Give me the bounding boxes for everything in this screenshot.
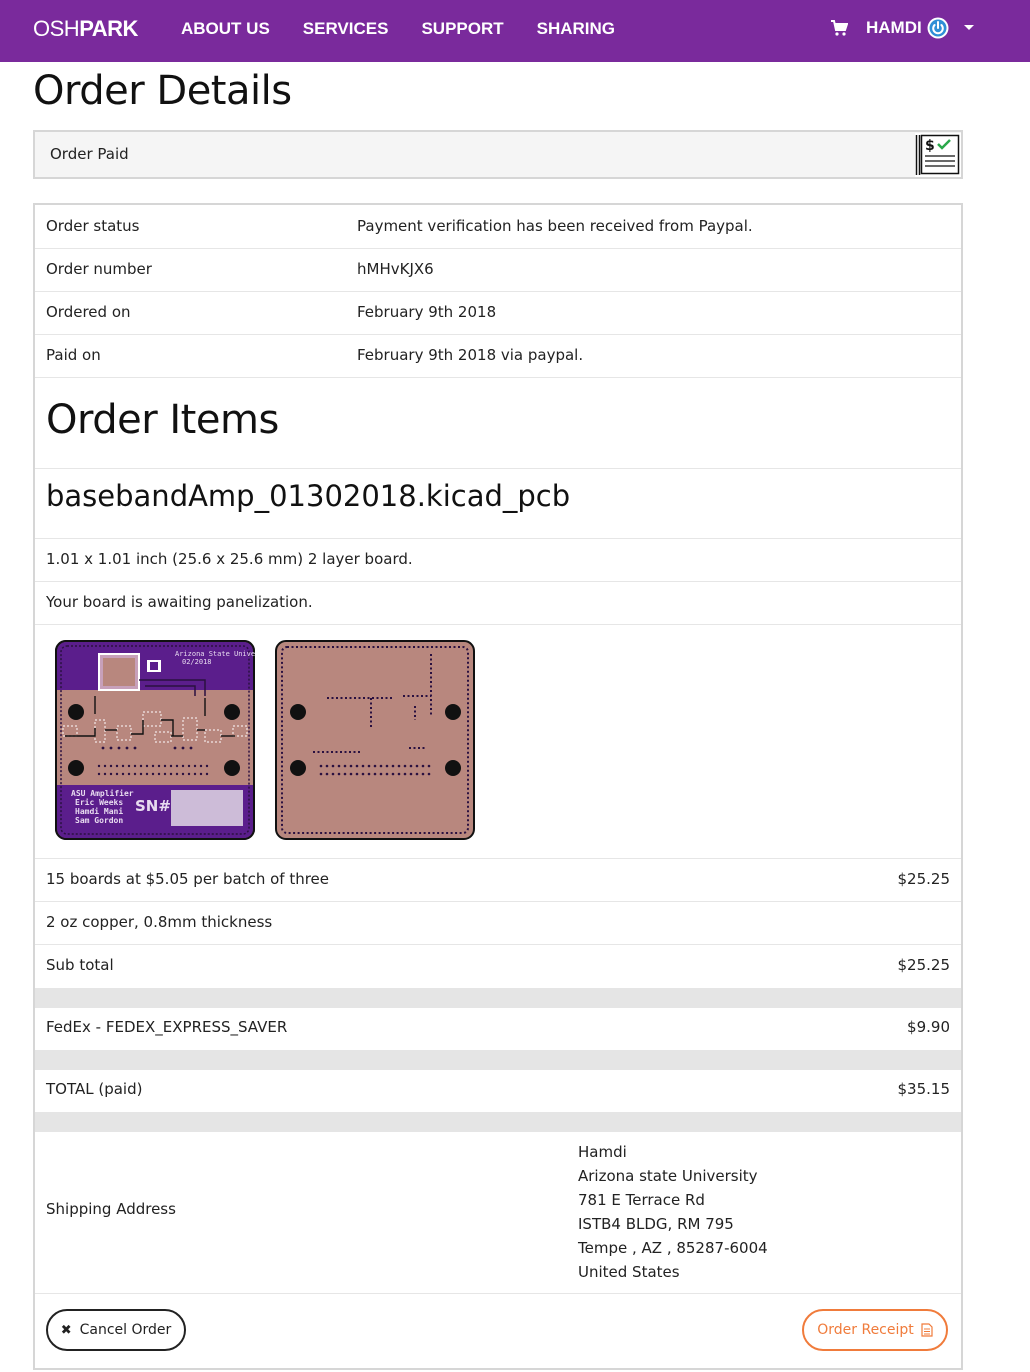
address-line: Arizona state University <box>578 1167 758 1185</box>
shipping-method-row: FedEx - FEDEX_EXPRESS_SAVER $9.90 <box>35 1008 961 1050</box>
pcb-silk-credit-2: Eric Weeks <box>75 797 123 807</box>
address-line: United States <box>578 1263 680 1281</box>
detail-value: hMHvKJX6 <box>357 260 434 278</box>
address-line: 781 E Terrace Rd <box>578 1191 705 1209</box>
nav-support[interactable]: SUPPORT <box>421 19 503 39</box>
boards-amount: $25.25 <box>897 870 951 888</box>
document-icon <box>921 1323 933 1337</box>
address-line: ISTB4 BLDG, RM 795 <box>578 1215 734 1233</box>
cart-icon[interactable] <box>830 19 848 37</box>
top-navbar: OSHPARK ABOUT US SERVICES SUPPORT SHARIN… <box>0 0 1030 62</box>
order-receipt-label: Order Receipt <box>817 1322 914 1338</box>
order-paid-banner: Order Paid $ <box>33 130 963 179</box>
page-title: Order Details <box>33 68 292 114</box>
detail-value: Payment verification has been received f… <box>357 217 753 235</box>
cancel-order-button[interactable]: ✖ Cancel Order <box>46 1309 186 1351</box>
detail-label: Order number <box>46 260 152 278</box>
nav-services[interactable]: SERVICES <box>303 19 389 39</box>
pcb-silk-sn: SN# <box>135 797 171 815</box>
shipping-amount: $9.90 <box>907 1018 950 1036</box>
caret-down-icon[interactable] <box>963 24 975 32</box>
separator-band <box>35 1050 961 1070</box>
address-line: Hamdi <box>578 1143 627 1161</box>
boards-label: 15 boards at $5.05 per batch of three <box>46 870 330 888</box>
nav-sharing[interactable]: SHARING <box>537 19 615 39</box>
board-size-row: 1.01 x 1.01 inch (25.6 x 25.6 mm) 2 laye… <box>35 539 961 582</box>
pcb-top-image[interactable]: Arizona State University 02/2018 <box>55 640 255 840</box>
board-status: Your board is awaiting panelization. <box>46 593 313 611</box>
detail-label: Ordered on <box>46 303 131 321</box>
separator-band <box>35 988 961 1008</box>
shipping-address: Hamdi Arizona state University 781 E Ter… <box>578 1140 768 1284</box>
detail-row-number: Order number hMHvKJX6 <box>35 249 961 292</box>
detail-row-ordered: Ordered on February 9th 2018 <box>35 292 961 335</box>
separator-band <box>35 1112 961 1132</box>
subtotal-row: Sub total $25.25 <box>35 945 961 988</box>
order-items-title: Order Items <box>46 397 279 443</box>
order-paid-text: Order Paid <box>50 145 129 163</box>
logo-light-text: OSH <box>33 16 80 41</box>
main-nav: ABOUT US SERVICES SUPPORT SHARING <box>181 19 648 39</box>
detail-label: Order status <box>46 217 140 235</box>
total-row: TOTAL (paid) $35.15 <box>35 1070 961 1112</box>
close-icon: ✖ <box>60 1322 72 1338</box>
pcb-silk-credit-3: Hamdi Mani <box>75 806 123 816</box>
paid-check-icon: $ <box>915 133 961 177</box>
options-row: 2 oz copper, 0.8mm thickness <box>35 902 961 945</box>
detail-row-paid: Paid on February 9th 2018 via paypal. <box>35 335 961 378</box>
pcb-silk-university: Arizona State University <box>175 650 255 658</box>
pcb-silk-credit-1: ASU Amplifier <box>71 788 134 798</box>
shipping-method-label: FedEx - FEDEX_EXPRESS_SAVER <box>46 1018 288 1036</box>
user-menu-name[interactable]: HAMDI <box>866 18 922 38</box>
shipping-address-label: Shipping Address <box>46 1200 176 1218</box>
detail-label: Paid on <box>46 346 101 364</box>
pcb-bottom-image[interactable] <box>275 640 475 840</box>
logo-bold-text: PARK <box>79 16 138 41</box>
subtotal-label: Sub total <box>46 956 114 974</box>
oshpark-logo[interactable]: OSHPARK <box>33 16 138 42</box>
cancel-order-label: Cancel Order <box>79 1322 172 1338</box>
options-label: 2 oz copper, 0.8mm thickness <box>46 913 273 931</box>
subtotal-amount: $25.25 <box>897 956 951 974</box>
order-panel: Order status Payment verification has be… <box>33 203 963 1370</box>
boards-price-row: 15 boards at $5.05 per batch of three $2… <box>35 859 961 902</box>
order-receipt-button[interactable]: Order Receipt <box>802 1309 948 1351</box>
detail-value: February 9th 2018 <box>357 303 497 321</box>
pcb-silk-credit-4: Sam Gordon <box>75 816 123 825</box>
detail-value: February 9th 2018 via paypal. <box>357 346 584 364</box>
nav-about-us[interactable]: ABOUT US <box>181 19 270 39</box>
board-size: 1.01 x 1.01 inch (25.6 x 25.6 mm) 2 laye… <box>46 550 413 568</box>
board-status-row: Your board is awaiting panelization. <box>35 582 961 625</box>
svg-text:$: $ <box>925 138 935 154</box>
board-name: basebandAmp_01302018.kicad_pcb <box>46 479 571 513</box>
power-icon[interactable] <box>927 17 949 39</box>
nav-user-area: HAMDI <box>830 17 975 39</box>
address-line: Tempe , AZ , 85287-6004 <box>578 1239 768 1257</box>
detail-row-status: Order status Payment verification has be… <box>35 205 961 249</box>
total-label: TOTAL (paid) <box>46 1080 143 1098</box>
pcb-silk-date: 02/2018 <box>182 658 212 666</box>
total-amount: $35.15 <box>897 1080 951 1098</box>
